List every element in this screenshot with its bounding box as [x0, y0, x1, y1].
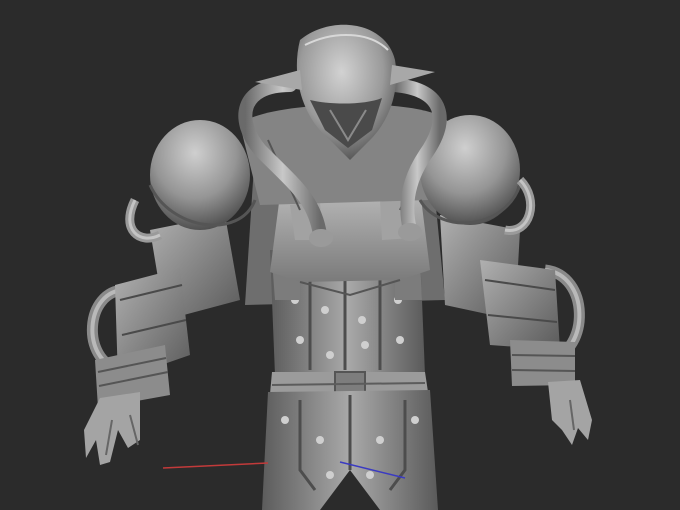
left-arm[interactable]: [84, 215, 240, 465]
sculpt-model-render[interactable]: [0, 0, 680, 510]
hips[interactable]: [262, 390, 438, 510]
3d-viewport[interactable]: [0, 0, 680, 510]
left-shoulder-pad[interactable]: [125, 120, 257, 243]
x-axis-line: [162, 462, 269, 469]
right-arm[interactable]: [440, 215, 592, 445]
